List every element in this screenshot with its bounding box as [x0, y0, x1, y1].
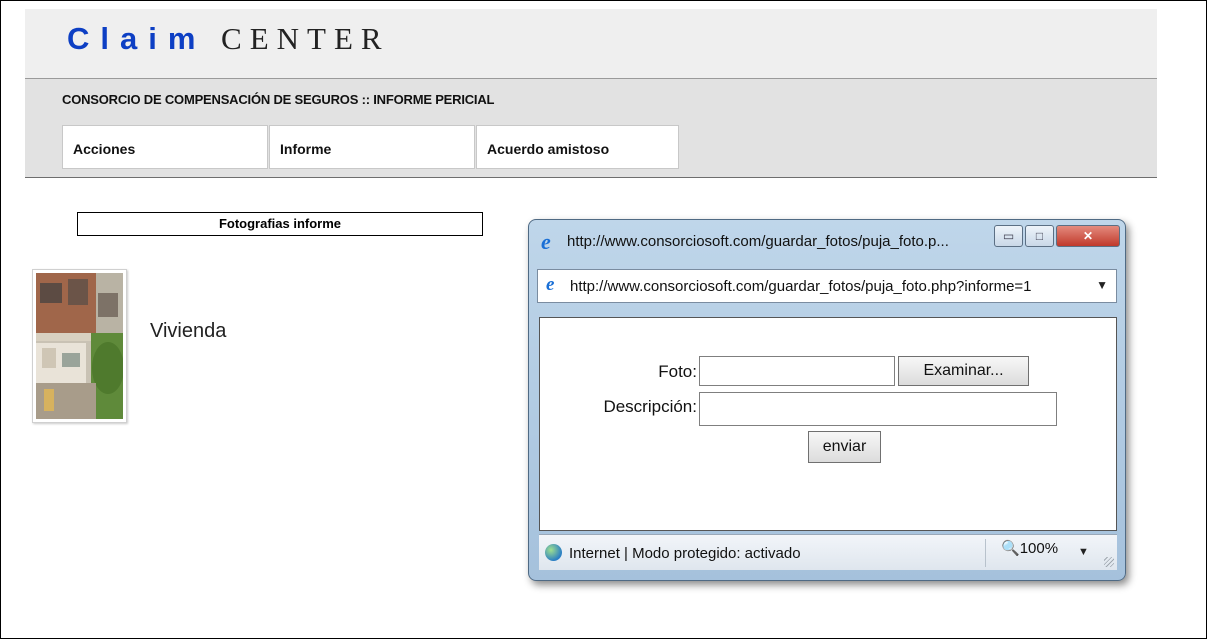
popup-content: Foto: Examinar... Descripción: enviar: [539, 317, 1117, 531]
description-input[interactable]: [699, 392, 1057, 426]
page-subtitle: CONSORCIO DE COMPENSACIÓN DE SEGUROS :: …: [62, 92, 495, 107]
zoom-dropdown-icon[interactable]: ▼: [1078, 546, 1089, 558]
page-icon: e: [546, 274, 555, 295]
globe-icon: [545, 544, 562, 561]
nav-informe[interactable]: Informe: [269, 125, 475, 169]
address-url: http://www.consorciosoft.com/guardar_fot…: [570, 278, 1032, 295]
logo-center: CENTER: [221, 21, 390, 56]
status-text: Internet | Modo protegido: activado: [569, 545, 801, 562]
nav-bar: Acciones Informe Acuerdo amistoso: [25, 118, 1157, 178]
foto-file-input[interactable]: [699, 356, 895, 386]
status-bar: Internet | Modo protegido: activado 🔍100…: [539, 534, 1117, 570]
popup-title: http://www.consorciosoft.com/guardar_fot…: [567, 233, 949, 250]
house-photo: [36, 273, 123, 419]
address-bar[interactable]: e http://www.consorciosoft.com/guardar_f…: [537, 269, 1117, 303]
ie-icon: e: [541, 229, 551, 254]
nav-acuerdo-amistoso[interactable]: Acuerdo amistoso: [476, 125, 679, 169]
photo-thumbnail[interactable]: [32, 269, 127, 423]
zoom-icon: 🔍: [1001, 540, 1020, 557]
zoom-level: 100%: [1019, 540, 1059, 557]
app-header: Claim CENTER: [25, 9, 1157, 78]
foto-label: Foto:: [658, 362, 697, 381]
photo-caption: Vivienda: [150, 320, 227, 342]
logo-claim: Claim: [67, 21, 207, 56]
browse-button[interactable]: Examinar...: [898, 356, 1029, 386]
upload-popup-window: e http://www.consorciosoft.com/guardar_f…: [528, 219, 1126, 581]
description-label: Descripción:: [603, 397, 697, 416]
minimize-button[interactable]: ▭: [994, 225, 1023, 247]
status-divider: [985, 539, 986, 567]
nav-acciones[interactable]: Acciones: [62, 125, 268, 169]
photos-section-title: Fotografias informe: [77, 212, 483, 236]
app-logo: Claim CENTER: [67, 21, 390, 57]
resize-grip-icon[interactable]: [1104, 557, 1114, 567]
zoom-control[interactable]: 🔍100%: [1001, 539, 1058, 557]
close-button[interactable]: ✕: [1056, 225, 1120, 247]
chevron-down-icon[interactable]: ▼: [1096, 278, 1108, 292]
submit-button[interactable]: enviar: [808, 431, 881, 463]
page-subtitle-bar: CONSORCIO DE COMPENSACIÓN DE SEGUROS :: …: [25, 78, 1157, 119]
maximize-button[interactable]: □: [1025, 225, 1054, 247]
